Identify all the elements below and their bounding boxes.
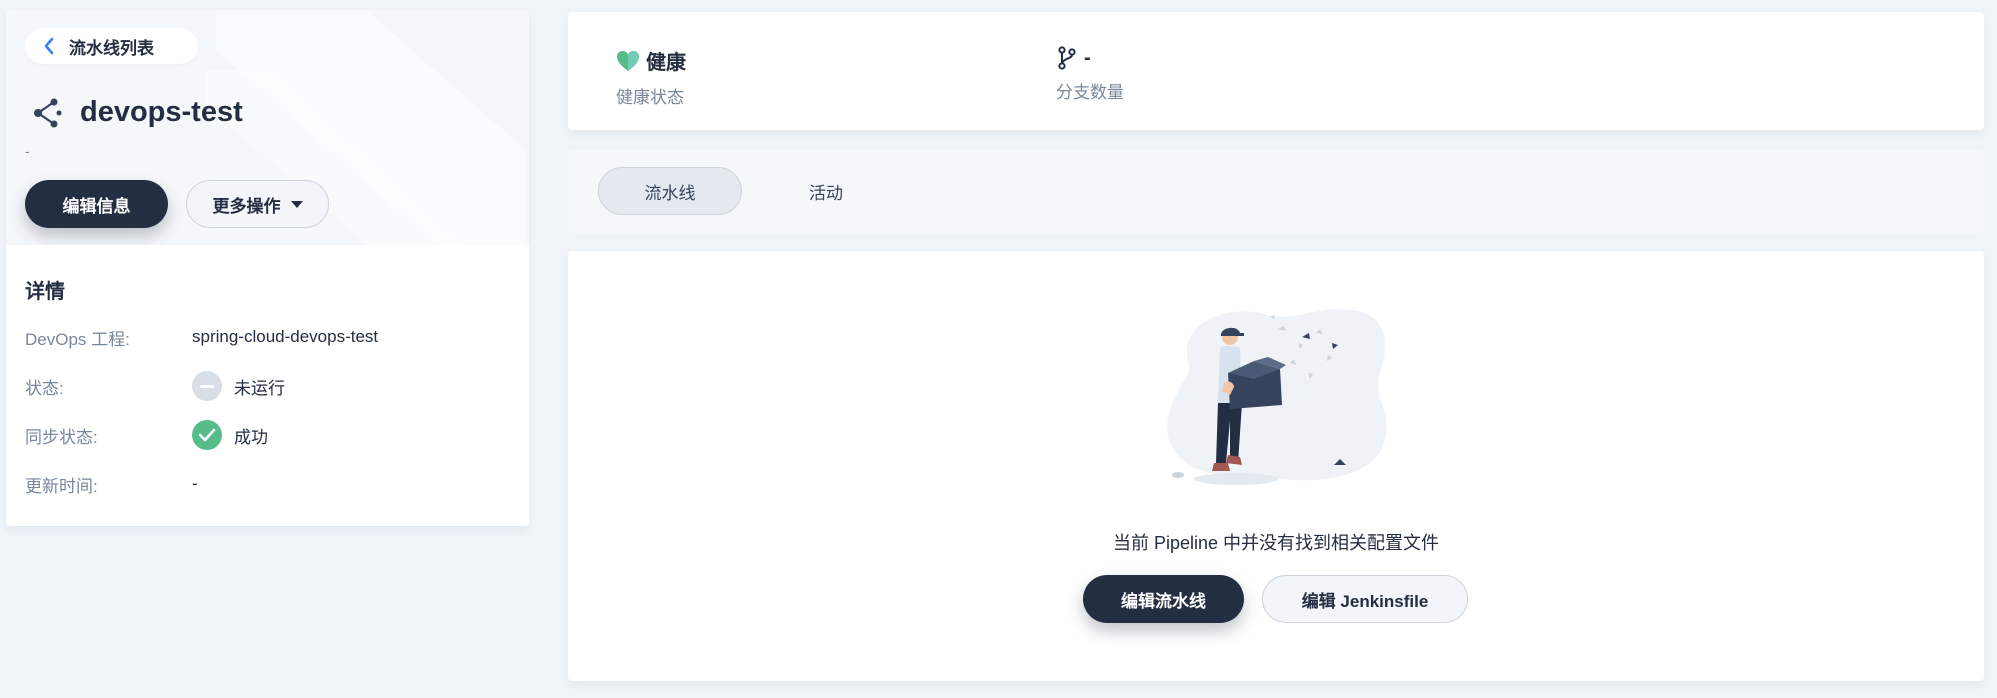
pipeline-title: devops-test [80, 96, 243, 128]
branch-count-label: 分支数量 [1056, 83, 1124, 102]
edit-jenkinsfile-button[interactable]: 编辑 Jenkinsfile [1262, 575, 1468, 623]
detail-key: 更新时间: [25, 476, 98, 496]
health-metric: 健康 健康状态 [616, 46, 686, 108]
back-to-pipeline-list-button[interactable]: 流水线列表 [25, 28, 198, 64]
detail-key: 同步状态: [25, 427, 98, 447]
detail-row-status: 状态: 未运行 [25, 371, 515, 401]
detail-key: DevOps 工程: [25, 329, 130, 349]
detail-value: - [192, 474, 198, 493]
branch-count-metric: - 分支数量 [1056, 46, 1124, 103]
caret-down-icon [290, 200, 303, 208]
chevron-left-icon [44, 37, 54, 55]
heart-icon [617, 50, 639, 71]
tab-pipeline[interactable]: 流水线 [598, 167, 742, 215]
branch-count-value: - [1084, 46, 1091, 69]
more-actions-label: 更多操作 [212, 196, 281, 216]
empty-state-message: 当前 Pipeline 中并没有找到相关配置文件 [1112, 533, 1440, 553]
detail-row-devops-project: DevOps 工程: spring-cloud-devops-test [25, 322, 515, 352]
pipeline-description: - [25, 143, 30, 159]
metrics-card: 健康 健康状态 - 分支数量 [568, 12, 1984, 130]
back-label: 流水线列表 [69, 38, 154, 58]
check-circle-icon [192, 420, 222, 450]
git-branch-icon [1058, 46, 1076, 70]
details-title: 详情 [25, 281, 65, 303]
empty-state-illustration [1167, 309, 1387, 485]
detail-value: 未运行 [192, 371, 285, 401]
tab-activity[interactable]: 活动 [762, 167, 890, 215]
pipeline-icon [34, 98, 62, 127]
status-text: 未运行 [234, 378, 285, 398]
minus-circle-icon [192, 371, 222, 401]
edit-pipeline-button[interactable]: 编辑流水线 [1083, 575, 1244, 623]
detail-key: 状态: [25, 378, 64, 398]
health-value: 健康 [646, 52, 686, 74]
detail-value: 成功 [192, 420, 268, 450]
detail-row-updated-time: 更新时间: - [25, 469, 515, 499]
panel-header: 流水线列表 devops-test - 编辑信息 更多操作 [6, 10, 529, 245]
detail-row-sync-status: 同步状态: 成功 [25, 420, 515, 450]
more-actions-button[interactable]: 更多操作 [186, 180, 329, 228]
health-label: 健康状态 [616, 88, 684, 107]
detail-value: spring-cloud-devops-test [192, 327, 379, 346]
tabs-bar: 流水线 活动 [568, 149, 1984, 233]
sync-status-text: 成功 [234, 427, 268, 447]
pipeline-empty-card: 当前 Pipeline 中并没有找到相关配置文件 编辑流水线 编辑 Jenkin… [568, 251, 1984, 681]
edit-info-button[interactable]: 编辑信息 [25, 180, 168, 228]
pipeline-info-panel: 流水线列表 devops-test - 编辑信息 更多操作 详情 DevOps … [6, 10, 529, 526]
